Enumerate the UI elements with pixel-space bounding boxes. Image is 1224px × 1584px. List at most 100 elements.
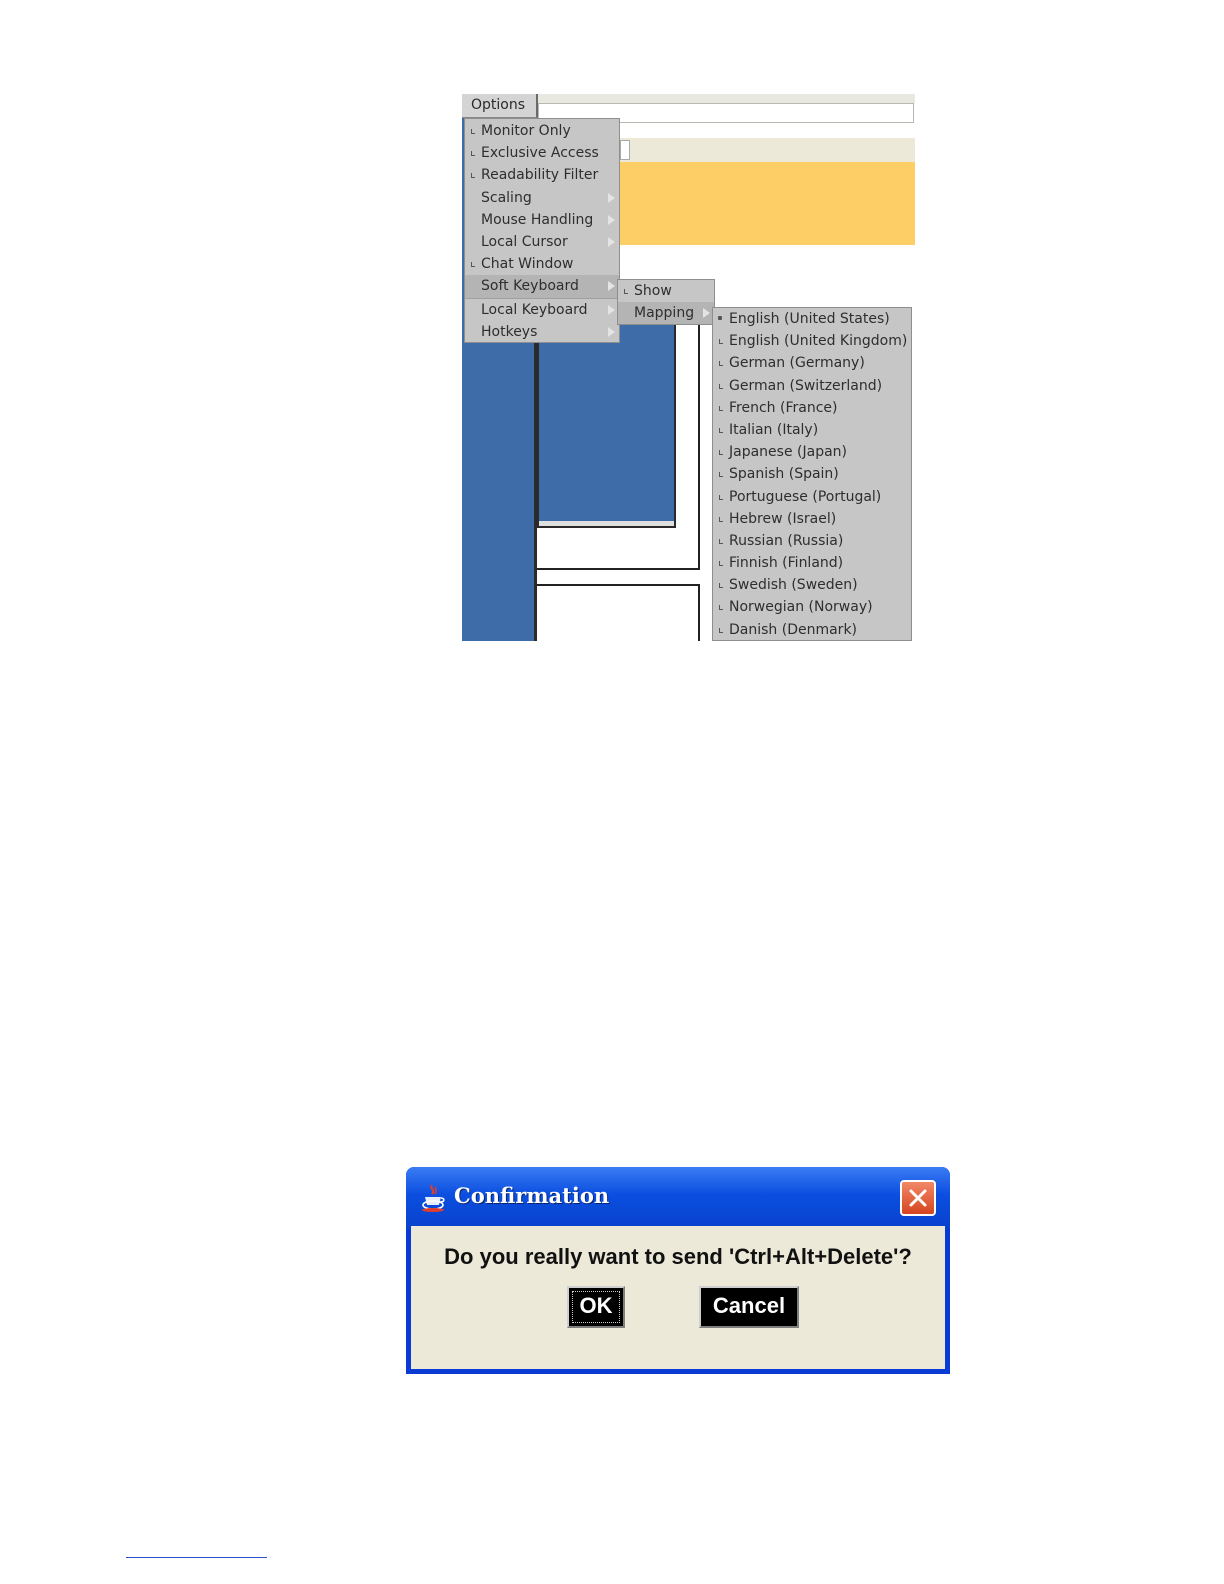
menu-item-label: Mouse Handling — [481, 211, 594, 228]
mapping-item-finnish-finland[interactable]: Finnish (Finland) — [713, 552, 911, 574]
mapping-submenu: English (United States) English (United K… — [712, 307, 912, 641]
frame-line — [537, 568, 700, 570]
menu-item-local-keyboard[interactable]: Local Keyboard — [465, 297, 619, 321]
radio-icon — [719, 538, 723, 544]
mapping-item-label: Finnish (Finland) — [729, 555, 844, 572]
mapping-item-hebrew-israel[interactable]: Hebrew (Israel) — [713, 508, 911, 530]
mapping-item-english-united-kingdom[interactable]: English (United Kingdom) — [713, 330, 911, 352]
mapping-item-english-united-states[interactable]: English (United States) — [713, 308, 911, 330]
small-field[interactable] — [620, 140, 630, 160]
menu-item-hotkeys[interactable]: Hotkeys — [465, 321, 619, 343]
mapping-item-label: Japanese (Japan) — [729, 444, 847, 461]
mapping-item-label: Swedish (Sweden) — [729, 577, 858, 594]
cancel-button[interactable]: Cancel — [699, 1286, 799, 1328]
mapping-item-label: English (United States) — [729, 311, 890, 327]
submenu-arrow-icon — [608, 326, 615, 337]
submenu-arrow-icon — [608, 236, 615, 247]
radio-icon — [719, 605, 723, 611]
menu-item-local-cursor[interactable]: Local Cursor — [465, 231, 619, 253]
mapping-item-label: Italian (Italy) — [729, 421, 819, 438]
mapping-item-label: German (Germany) — [729, 355, 865, 372]
radio-icon — [719, 627, 723, 633]
menu-item-show[interactable]: Show — [618, 280, 714, 302]
radio-icon — [719, 516, 723, 522]
submenu-arrow-icon — [703, 308, 710, 318]
menu-item-mouse-handling[interactable]: Mouse Handling — [465, 209, 619, 231]
radio-icon — [719, 405, 723, 411]
submenu-arrow-icon — [608, 304, 615, 315]
menu-item-chat-window[interactable]: Chat Window — [465, 253, 619, 275]
menu-item-label: Soft Keyboard — [481, 278, 579, 295]
mapping-item-swedish-sweden[interactable]: Swedish (Sweden) — [713, 574, 911, 596]
radio-icon — [719, 472, 723, 478]
mapping-item-label: Danish (Denmark) — [729, 621, 858, 638]
mapping-item-label: German (Switzerland) — [729, 377, 883, 394]
options-menu-button[interactable]: Options — [462, 94, 538, 118]
notification-area — [620, 162, 915, 245]
mapping-item-label: Hebrew (Israel) — [729, 510, 837, 527]
mapping-item-label: Russian (Russia) — [729, 532, 844, 549]
menu-item-label: Readability Filter — [481, 167, 599, 184]
radio-icon — [719, 339, 723, 345]
menu-item-label: Mapping — [634, 305, 695, 321]
submenu-arrow-icon — [608, 192, 615, 203]
radio-icon — [719, 361, 723, 367]
mapping-item-german-switzerland[interactable]: German (Switzerland) — [713, 375, 911, 397]
ok-button[interactable]: OK — [567, 1286, 625, 1328]
dialog-title: Confirmation — [454, 1183, 610, 1208]
close-button[interactable] — [900, 1180, 936, 1216]
soft-keyboard-submenu: Show Mapping — [617, 279, 715, 325]
mapping-item-label: Spanish (Spain) — [729, 466, 839, 483]
menu-item-exclusive-access[interactable]: Exclusive Access — [465, 142, 619, 164]
checkbox-icon — [471, 129, 475, 134]
radio-icon — [719, 561, 723, 567]
frame-line — [537, 584, 700, 586]
radio-icon — [719, 494, 723, 500]
mapping-item-japanese-japan[interactable]: Japanese (Japan) — [713, 441, 911, 463]
radio-icon — [719, 450, 723, 456]
checkbox-icon — [471, 151, 475, 157]
frame-line — [698, 322, 700, 570]
mapping-item-label: French (France) — [729, 399, 838, 416]
java-cup-icon — [422, 1184, 445, 1212]
menu-item-soft-keyboard[interactable]: Soft Keyboard — [465, 275, 619, 298]
radio-icon — [719, 427, 723, 433]
menu-item-label: Local Cursor — [481, 233, 568, 250]
dialog-body: Do you really want to send 'Ctrl+Alt+Del… — [411, 1226, 945, 1369]
mapping-item-label: Norwegian (Norway) — [729, 599, 873, 616]
menu-item-label: Hotkeys — [481, 323, 538, 340]
mapping-item-label: Portuguese (Portugal) — [729, 488, 882, 505]
menu-item-label: Monitor Only — [481, 123, 571, 139]
menu-item-readability-filter[interactable]: Readability Filter — [465, 164, 619, 186]
radio-icon — [719, 583, 723, 589]
footnote-separator — [126, 1557, 267, 1558]
menu-item-label: Exclusive Access — [481, 145, 599, 162]
checkbox-icon — [471, 262, 475, 268]
dialog-message: Do you really want to send 'Ctrl+Alt+Del… — [444, 1244, 912, 1269]
confirmation-dialog: Confirmation Do you really want to send … — [406, 1167, 950, 1374]
menu-item-label: Scaling — [481, 189, 532, 206]
submenu-arrow-icon — [608, 214, 615, 225]
dialog-titlebar[interactable]: Confirmation — [406, 1167, 950, 1229]
menu-item-label: Show — [634, 283, 672, 299]
mapping-item-russian-russia[interactable]: Russian (Russia) — [713, 530, 911, 552]
mapping-item-danish-denmark[interactable]: Danish (Denmark) — [713, 619, 911, 641]
mapping-item-portuguese-portugal[interactable]: Portuguese (Portugal) — [713, 486, 911, 508]
mapping-item-label: English (United Kingdom) — [729, 333, 908, 350]
mapping-item-spanish-spain[interactable]: Spanish (Spain) — [713, 463, 911, 485]
menu-item-label: Chat Window — [481, 256, 574, 273]
mapping-item-norwegian-norway[interactable]: Norwegian (Norway) — [713, 596, 911, 618]
submenu-arrow-icon — [608, 281, 615, 292]
mapping-item-french-france[interactable]: French (France) — [713, 397, 911, 419]
mapping-item-italian-italy[interactable]: Italian (Italy) — [713, 419, 911, 441]
thumbnail-statusbar — [539, 521, 674, 526]
checkbox-icon — [624, 289, 628, 294]
toolbar-band — [620, 138, 915, 162]
close-icon — [909, 1189, 927, 1207]
viewer-options-screenshot: Options Monitor Only Exclusive Access Read… — [462, 94, 915, 641]
menu-item-scaling[interactable]: Scaling — [465, 187, 619, 209]
menu-item-mapping[interactable]: Mapping — [618, 302, 714, 324]
mapping-item-german-germany[interactable]: German (Germany) — [713, 352, 911, 374]
menu-item-monitor-only[interactable]: Monitor Only — [465, 120, 619, 142]
menu-item-label: Local Keyboard — [481, 301, 588, 318]
